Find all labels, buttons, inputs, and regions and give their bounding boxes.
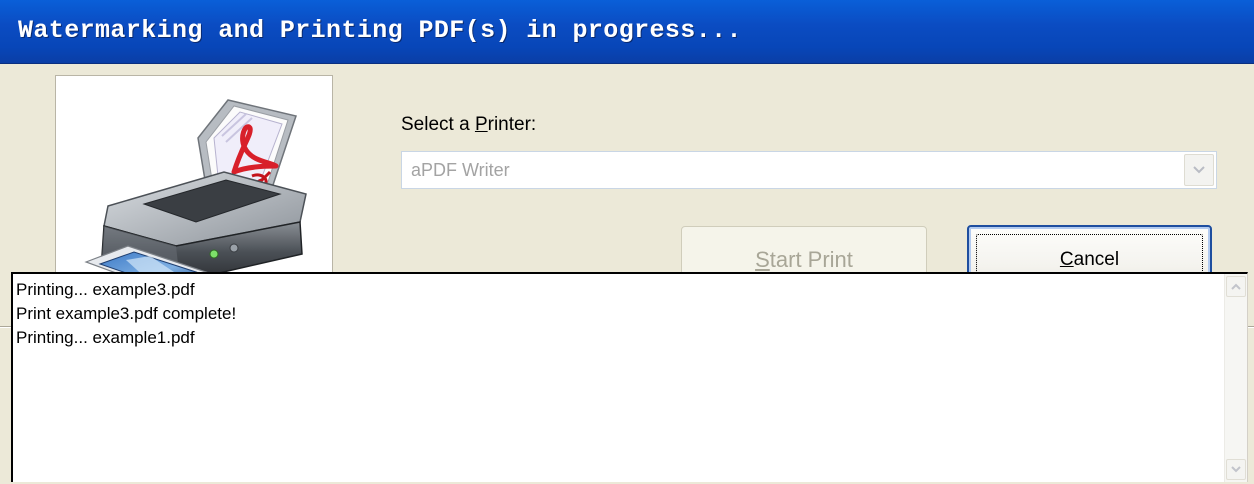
scroll-up-button[interactable] [1226, 276, 1246, 297]
chevron-down-icon [1193, 166, 1205, 174]
log-line: Printing... example3.pdf [16, 280, 195, 299]
vertical-scrollbar[interactable] [1224, 274, 1247, 482]
start-print-rest: tart Print [769, 247, 853, 272]
chevron-down-icon [1231, 466, 1241, 473]
window-title: Watermarking and Printing PDF(s) in prog… [18, 16, 742, 45]
printer-image-frame [55, 75, 333, 301]
chevron-up-icon [1231, 283, 1241, 290]
printer-label-accel: P [474, 114, 488, 135]
printer-select-label: Select a Printer: [401, 114, 536, 136]
log-textarea[interactable]: Printing... example3.pdf Print example3.… [11, 272, 1248, 482]
printer-select-value: aPDF Writer [411, 160, 510, 180]
scroll-down-button[interactable] [1226, 459, 1246, 480]
start-print-accel: S [755, 247, 770, 272]
printer-dropdown-button[interactable] [1184, 154, 1214, 186]
log-lines: Printing... example3.pdf Print example3.… [16, 278, 236, 350]
printer-select[interactable]: aPDF Writer [401, 151, 1217, 189]
cancel-rest: ancel [1073, 249, 1120, 270]
cancel-label: Cancel [1060, 249, 1119, 271]
cancel-accel: C [1059, 249, 1074, 270]
log-line: Print example3.pdf complete! [16, 304, 237, 323]
start-print-label: Start Print [755, 247, 853, 273]
printer-label-prefix: Select a [401, 114, 475, 135]
title-bar[interactable]: Watermarking and Printing PDF(s) in prog… [0, 0, 1254, 64]
log-line: Printing... example1.pdf [16, 328, 195, 347]
printer-label-rest: rinter: [487, 114, 537, 135]
printer-with-pdf-icon [84, 99, 307, 293]
